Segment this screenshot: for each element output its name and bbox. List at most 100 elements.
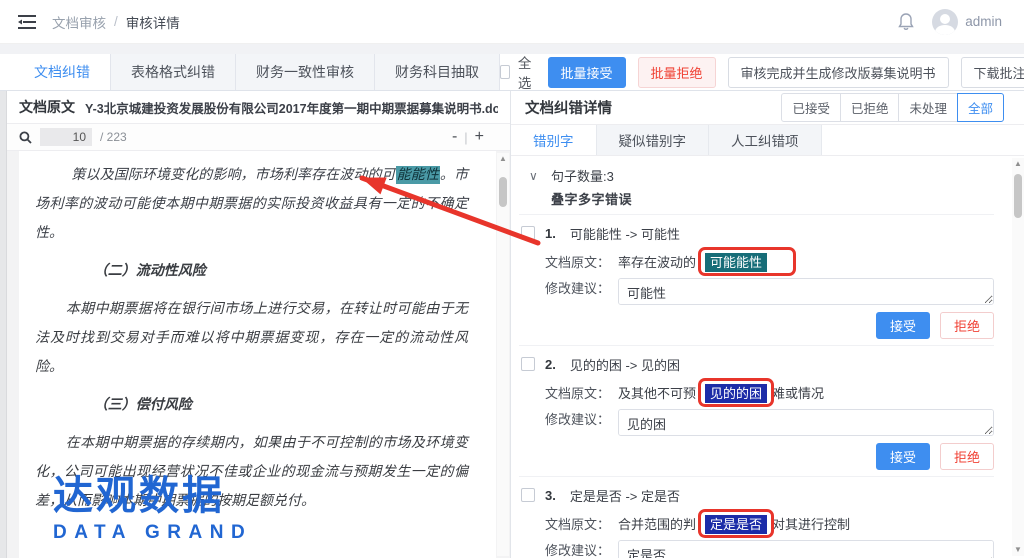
- download-annotated-button[interactable]: 下载批注版文件: [961, 57, 1024, 88]
- page-number-input[interactable]: [40, 128, 92, 146]
- correction-detail-panel: 文档纠错详情 已接受 已拒绝 未处理 全部 错别字 疑似错别字 人工纠错项 ∨ …: [511, 91, 1024, 558]
- item-number: 2.: [545, 357, 556, 372]
- accept-button[interactable]: 接受: [876, 443, 930, 470]
- left-edge-strip: [0, 91, 7, 558]
- topbar: 文档审核 / 审核详情 admin: [0, 0, 1024, 44]
- select-all-checkbox[interactable]: [500, 65, 510, 79]
- correction-item: 1. 可能能性 -> 可能性 文档原文： 率存在波动的 可能能性 修改建议： 可…: [519, 215, 994, 346]
- batch-accept-button[interactable]: 批量接受: [548, 57, 626, 88]
- finish-generate-button[interactable]: 审核完成并生成修改版募集说明书: [728, 57, 949, 88]
- error-category: 叠字多字错误: [529, 189, 994, 208]
- filter-accepted[interactable]: 已接受: [781, 93, 841, 122]
- detail-tabs: 错别字 疑似错别字 人工纠错项: [511, 125, 1024, 156]
- doc-paragraph-1: 策以及国际环境变化的影响，市场利率存在波动的可: [71, 167, 395, 183]
- detail-panel-title: 文档纠错详情: [525, 97, 612, 118]
- datagrand-logo: 达观数据 DATA GRAND: [53, 474, 252, 544]
- breadcrumb-current: 审核详情: [126, 12, 180, 32]
- batch-reject-button[interactable]: 批量拒绝: [638, 57, 716, 88]
- document-pager-bar: / 223 - | +: [7, 124, 510, 151]
- doc-heading-3: （三）偿付风险: [35, 391, 468, 420]
- correction-list: ∨ 句子数量:3 叠字多字错误 1. 可能能性 -> 可能性 文档原文： 率存在…: [511, 156, 1024, 558]
- source-label: 文档原文：: [545, 252, 610, 271]
- tab-table-format[interactable]: 表格格式纠错: [111, 54, 236, 90]
- scrollbar-thumb[interactable]: [1014, 174, 1022, 218]
- filter-pending[interactable]: 未处理: [898, 93, 958, 122]
- zoom-out-button[interactable]: -: [452, 128, 457, 146]
- suggest-label: 修改建议：: [545, 278, 610, 297]
- status-filter-group: 已接受 已拒绝 未处理 全部: [781, 93, 1004, 122]
- source-label: 文档原文：: [545, 514, 610, 533]
- source-after: 难或情况: [772, 383, 824, 402]
- item-checkbox[interactable]: [521, 488, 535, 502]
- main-tabs: 文档纠错 表格格式纠错 财务一致性审核 财务科目抽取: [14, 54, 500, 90]
- reject-button[interactable]: 拒绝: [940, 443, 994, 470]
- document-panel: 文档原文 Y-3北京城建投资发展股份有限公司2017年度第一期中期票据募集说明书…: [7, 91, 511, 558]
- item-rule: 可能能性 -> 可能性: [570, 224, 680, 243]
- suggestion-input[interactable]: 定是否: [618, 540, 994, 558]
- notification-bell-icon[interactable]: [898, 13, 914, 31]
- suggestion-input[interactable]: 见的困: [618, 409, 994, 436]
- toolbar-row: 文档纠错 表格格式纠错 财务一致性审核 财务科目抽取 全选 批量接受 批量拒绝 …: [0, 54, 1024, 91]
- document-page: 策以及国际环境变化的影响，市场利率存在波动的可能能性。市场利率的波动可能使本期中…: [19, 151, 496, 558]
- top-gap-band: [0, 44, 1024, 54]
- correction-item: 3. 定是是否 -> 定是否 文档原文： 合并范围的判 定是是否 对其进行控制 …: [519, 477, 994, 558]
- tab-financial-subject[interactable]: 财务科目抽取: [375, 54, 500, 90]
- scroll-up-icon[interactable]: ▲: [497, 153, 509, 165]
- suggestion-input[interactable]: 可能性: [618, 278, 994, 305]
- annotation-red-box: 可能能性: [698, 247, 796, 276]
- tab-typos[interactable]: 错别字: [511, 125, 597, 155]
- search-icon[interactable]: [19, 131, 32, 144]
- chevron-down-icon[interactable]: ∨: [529, 169, 541, 183]
- item-number: 3.: [545, 488, 556, 503]
- source-before: 及其他不可预: [618, 383, 696, 402]
- collapse-menu-icon[interactable]: [18, 15, 36, 29]
- zoom-divider: |: [464, 130, 467, 145]
- filter-rejected[interactable]: 已拒绝: [840, 93, 900, 122]
- document-scrollbar[interactable]: ▲: [497, 153, 509, 556]
- document-review-app: 文档审核 / 审核详情 admin 文档纠错 表格格式纠错 财务一致性审核 财务…: [0, 0, 1024, 558]
- logo-english: DATA GRAND: [53, 522, 252, 544]
- document-text: 策以及国际环境变化的影响，市场利率存在波动的可能能性。市场利率的波动可能使本期中…: [19, 151, 496, 516]
- breadcrumb: 文档审核 / 审核详情: [52, 12, 180, 32]
- correction-item: 2. 见的的困 -> 见的困 文档原文： 及其他不可预 见的的困 难或情况 修改…: [519, 346, 994, 477]
- annotation-red-box: 见的的困: [698, 378, 774, 407]
- tab-manual-corrections[interactable]: 人工纠错项: [709, 125, 822, 155]
- scrollbar-thumb[interactable]: [499, 177, 507, 207]
- item-checkbox[interactable]: [521, 226, 535, 240]
- error-highlight[interactable]: 可能能性: [705, 253, 767, 272]
- accept-button[interactable]: 接受: [876, 312, 930, 339]
- error-highlight[interactable]: 定是是否: [705, 515, 767, 534]
- error-highlight[interactable]: 见的的困: [705, 384, 767, 403]
- document-panel-title: 文档原文: [19, 97, 75, 117]
- annotation-red-box: 定是是否: [698, 509, 774, 538]
- suggest-label: 修改建议：: [545, 409, 610, 428]
- reject-button[interactable]: 拒绝: [940, 312, 994, 339]
- doc-heading-2: （二）流动性风险: [35, 257, 468, 286]
- item-rule: 定是是否 -> 定是否: [570, 486, 680, 505]
- sentence-group-open: ∨ 句子数量:3 叠字多字错误: [519, 156, 994, 215]
- tab-doc-correction[interactable]: 文档纠错: [14, 54, 111, 90]
- doc-error-highlight[interactable]: 能能性: [396, 166, 440, 184]
- detail-scrollbar[interactable]: ▲ ▼: [1012, 158, 1024, 556]
- source-before: 率存在波动的: [618, 252, 696, 271]
- doc-paragraph-2: 本期中期票据将在银行间市场上进行交易，在转让时可能由于无法及时找到交易对手而难以…: [35, 295, 468, 382]
- sentence-count: 句子数量:3: [551, 166, 614, 185]
- document-filename: Y-3北京城建投资发展股份有限公司2017年度第一期中期票据募集说明书.docx: [85, 98, 498, 117]
- item-checkbox[interactable]: [521, 357, 535, 371]
- tab-suspected-typos[interactable]: 疑似错别字: [597, 125, 710, 155]
- filter-all[interactable]: 全部: [957, 93, 1004, 122]
- username: admin: [965, 14, 1002, 29]
- suggest-label: 修改建议：: [545, 540, 610, 558]
- page-total: / 223: [100, 130, 127, 144]
- document-viewer[interactable]: 策以及国际环境变化的影响，市场利率存在波动的可能能性。市场利率的波动可能使本期中…: [7, 151, 510, 558]
- zoom-in-button[interactable]: +: [475, 128, 484, 146]
- scroll-down-icon[interactable]: ▼: [1012, 544, 1024, 556]
- scroll-up-icon[interactable]: ▲: [1012, 158, 1024, 170]
- item-number: 1.: [545, 226, 556, 241]
- breadcrumb-separator: /: [114, 14, 118, 29]
- avatar: [932, 9, 958, 35]
- user-menu[interactable]: admin: [932, 9, 1002, 35]
- tab-financial-consistency[interactable]: 财务一致性审核: [236, 54, 375, 90]
- breadcrumb-root[interactable]: 文档审核: [52, 12, 106, 32]
- item-rule: 见的的困 -> 见的困: [570, 355, 680, 374]
